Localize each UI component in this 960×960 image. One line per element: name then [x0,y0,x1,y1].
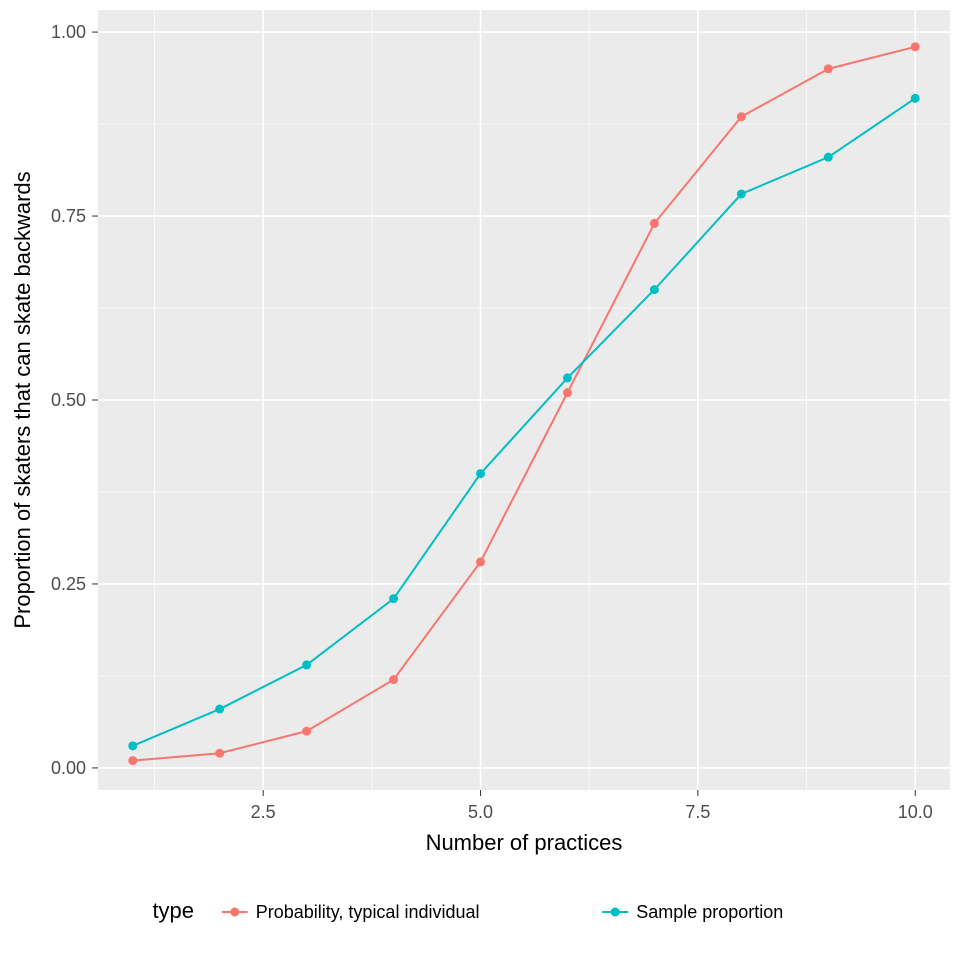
series-point [302,660,311,669]
x-tick-label: 5.0 [468,802,493,822]
y-axis-title: Proportion of skaters that can skate bac… [10,171,35,628]
legend-item-label: Sample proportion [636,902,783,922]
legend-title: type [152,898,194,923]
y-tick-label: 1.00 [51,22,86,42]
y-tick-label: 0.75 [51,206,86,226]
series-point [911,42,920,51]
series-point [824,153,833,162]
series-point [650,285,659,294]
chart-container: 2.5 5.0 7.5 10.0 0.00 0.25 0.50 0.75 1.00 Numbe… [0,0,960,960]
series-point [128,756,137,765]
plot-panel [98,10,950,790]
series-point [911,94,920,103]
x-tick-label: 10.0 [898,802,933,822]
series-point [563,388,572,397]
series-point [389,675,398,684]
series-point [389,594,398,603]
legend-key-point [611,908,620,917]
x-tick-label: 7.5 [685,802,710,822]
legend-key-point [230,908,239,917]
y-tick-label: 0.00 [51,758,86,778]
series-point [302,727,311,736]
series-point [737,189,746,198]
x-tick-label: 2.5 [251,802,276,822]
legend-item-label: Probability, typical individual [256,902,480,922]
series-point [824,64,833,73]
series-point [476,557,485,566]
y-axis: 0.00 0.25 0.50 0.75 1.00 [51,22,98,778]
series-point [737,112,746,121]
series-point [215,749,224,758]
series-point [650,219,659,228]
y-tick-label: 0.50 [51,390,86,410]
chart-svg: 2.5 5.0 7.5 10.0 0.00 0.25 0.50 0.75 1.00 Numbe… [0,0,960,960]
legend: type Probability, typical individual Sampl… [152,898,783,925]
y-tick-label: 0.25 [51,574,86,594]
x-axis: 2.5 5.0 7.5 10.0 [251,790,933,822]
series-point [128,741,137,750]
series-point [476,469,485,478]
series-point [563,373,572,382]
x-axis-title: Number of practices [426,830,623,855]
series-point [215,705,224,714]
